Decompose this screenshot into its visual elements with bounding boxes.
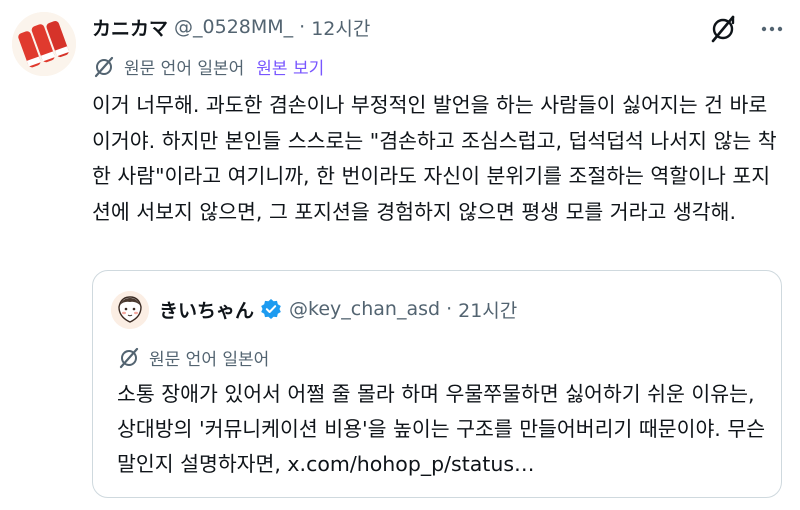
- post-actions: [708, 14, 784, 44]
- quote-avatar[interactable]: [111, 291, 149, 329]
- timestamp[interactable]: 12시간: [311, 14, 370, 41]
- globe-icon: [117, 346, 141, 370]
- more-icon[interactable]: [760, 17, 784, 41]
- quote-timestamp[interactable]: 21시간: [458, 296, 517, 323]
- separator-dot: ·: [299, 16, 306, 38]
- user-handle[interactable]: @_0528MM_: [174, 16, 293, 38]
- quote-header: きいちゃん @key_chan_asd · 21시간: [159, 293, 517, 325]
- show-original-link[interactable]: 원본 보기: [256, 54, 324, 79]
- quote-separator-dot: ·: [446, 298, 453, 320]
- quote-text: 소통 장애가 있어서 어쩔 줄 몰라 하며 우물쭈물하면 싫어하기 쉬운 이유는…: [117, 382, 766, 476]
- globe-icon: [92, 55, 116, 79]
- grok-icon[interactable]: [708, 14, 738, 44]
- quote-translation-note: 원문 언어 일본어: [149, 350, 270, 370]
- avatar[interactable]: [12, 12, 76, 76]
- translation-row: 원문 언어 일본어 원본 보기: [92, 54, 324, 79]
- quote-handle[interactable]: @key_chan_asd: [289, 298, 440, 320]
- display-name[interactable]: カニカマ: [92, 14, 168, 41]
- post-header: カニカマ @_0528MM_ · 12시간: [92, 12, 370, 42]
- verified-badge-icon: [260, 298, 282, 320]
- quoted-post[interactable]: きいちゃん @key_chan_asd · 21시간 원문 언어 일본어 소통 …: [92, 270, 782, 498]
- post-text: 이거 너무해. 과도한 겸손이나 부정적인 발언을 하는 사람들이 싫어지는 건…: [92, 93, 777, 224]
- quote-translation-row: 원문 언어 일본어: [117, 345, 269, 370]
- translation-note: 원문 언어 일본어: [124, 59, 245, 79]
- quote-display-name[interactable]: きいちゃん: [159, 296, 254, 323]
